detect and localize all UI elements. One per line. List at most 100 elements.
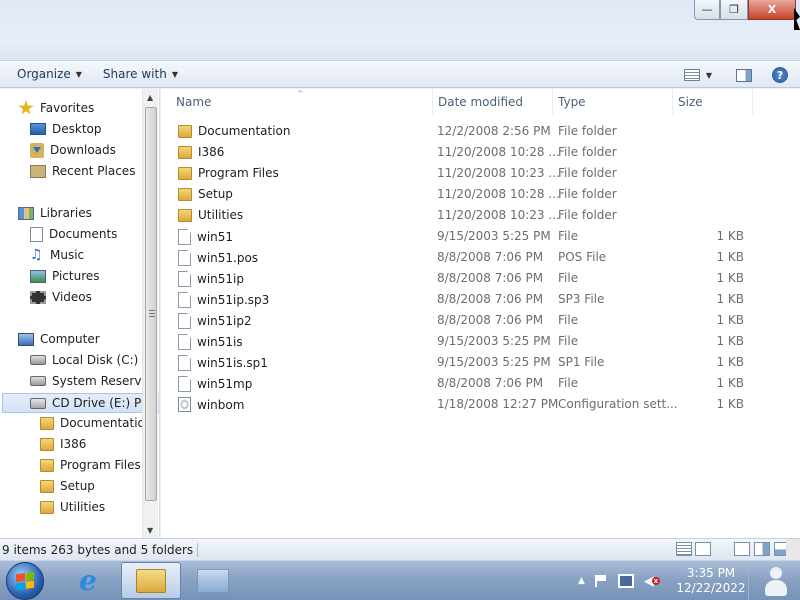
change-view-icon[interactable] [683, 69, 700, 81]
nav-item[interactable]: Libraries [18, 204, 92, 222]
start-button[interactable] [6, 562, 44, 600]
resize-grip-icon[interactable] [786, 539, 800, 561]
file-name-text: Utilities [198, 208, 244, 222]
file-row[interactable]: Documentation 12/2/2008 2:56 PM File folde… [161, 121, 800, 142]
user-tray-button[interactable] [748, 561, 800, 600]
column-header-size[interactable]: Size [673, 89, 753, 115]
nav-item-label: I386 [60, 437, 87, 451]
nav-item-label: Setup [60, 479, 95, 493]
column-header-type[interactable]: Type [553, 89, 673, 115]
nav-item[interactable]: ♫ Music [30, 246, 84, 264]
status-bar: 9 items 263 bytes and 5 folders [0, 538, 800, 561]
preview-pane-icon[interactable] [736, 68, 752, 82]
internet-explorer-taskbar-button[interactable]: e [58, 562, 118, 599]
file-name-text: I386 [198, 145, 225, 159]
chevron-down-icon: ▼ [171, 69, 178, 79]
nav-item[interactable]: Videos [30, 288, 92, 306]
file-row[interactable]: win51 9/15/2003 5:25 PM File 1 KB [161, 226, 800, 247]
disk-icon [30, 376, 46, 386]
action-center-flag-icon[interactable] [594, 575, 608, 587]
nav-item[interactable]: I386 [40, 435, 86, 453]
file-size: 1 KB [716, 355, 744, 369]
close-button[interactable]: X [748, 0, 796, 20]
nav-item[interactable]: Program Files [40, 456, 141, 474]
clock[interactable]: 3:35 PM 12/22/2022 [676, 566, 746, 596]
volume-muted-icon[interactable]: ◀ x [644, 574, 660, 589]
share-with-label: Share with [102, 67, 167, 81]
file-type: File [558, 271, 579, 285]
config-file-icon [178, 397, 191, 412]
nav-item[interactable]: Local Disk (C:) [30, 351, 138, 369]
computer-icon [18, 332, 34, 346]
nav-item[interactable]: Pictures [30, 267, 100, 285]
user-icon [762, 565, 788, 597]
file-row[interactable]: Utilities 11/20/2008 10:23 ... File folder [161, 205, 800, 226]
file-row[interactable]: win51ip2 8/8/2008 7:06 PM File 1 KB [161, 310, 800, 331]
file-type: Configuration sett... [558, 397, 678, 411]
file-date-modified: 11/20/2008 10:23 ... [437, 166, 560, 180]
explorer-folder-icon [136, 568, 166, 593]
file-row[interactable]: win51is 9/15/2003 5:25 PM File 1 KB [161, 331, 800, 352]
file-row[interactable]: win51ip.sp3 8/8/2008 7:06 PM SP3 File 1 KB [161, 289, 800, 310]
file-row[interactable]: I386 11/20/2008 10:28 ... File folder [161, 142, 800, 163]
scroll-up-icon[interactable]: ▲ [147, 93, 153, 102]
hide-panes-icon[interactable] [734, 542, 750, 556]
file-row[interactable]: Setup 11/20/2008 10:28 ... File folder [161, 184, 800, 205]
file-type: File folder [558, 187, 617, 201]
show-hidden-icons-icon[interactable]: ▲ [578, 576, 585, 586]
file-row[interactable]: win51.pos 8/8/2008 7:06 PM POS File 1 KB [161, 247, 800, 268]
nav-item[interactable]: Downloads [30, 141, 116, 159]
file-type: SP1 File [558, 355, 605, 369]
windows-explorer-taskbar-button[interactable] [121, 562, 181, 599]
window-titlebar[interactable]: — ❐ X [0, 0, 800, 60]
mouse-cursor-icon [794, 8, 800, 30]
scroll-down-icon[interactable]: ▼ [147, 526, 153, 535]
maximize-button[interactable]: ❐ [720, 0, 748, 20]
system-tray: ▲ ◀ x [578, 561, 660, 600]
organize-button[interactable]: Organize ▼ [0, 67, 92, 81]
minimize-button[interactable]: — [694, 0, 720, 20]
file-size: 1 KB [716, 376, 744, 390]
file-row[interactable]: win51is.sp1 9/15/2003 5:25 PM SP1 File 1 KB [161, 352, 800, 373]
nav-item[interactable]: Documentation [40, 414, 153, 432]
file-date-modified: 9/15/2003 5:25 PM [437, 229, 551, 243]
file-name: Documentation [178, 124, 291, 138]
share-with-button[interactable]: Share with ▼ [92, 67, 188, 81]
nav-item[interactable]: Setup [40, 477, 95, 495]
nav-item[interactable]: Utilities [40, 498, 105, 516]
star-icon [18, 100, 34, 115]
network-icon[interactable] [617, 574, 634, 588]
preview-pane-toggle-icon[interactable] [754, 542, 770, 556]
cd-drive-icon [30, 397, 46, 409]
nav-item[interactable]: CD Drive (E:) POS [2, 393, 159, 413]
file-date-modified: 8/8/2008 7:06 PM [437, 292, 544, 306]
details-view-icon[interactable] [676, 542, 692, 556]
navigation-scrollbar[interactable]: ▲ ▼ [142, 89, 158, 538]
file-name-text: win51is [197, 335, 243, 349]
nav-item[interactable]: Documents [30, 225, 117, 243]
nav-item[interactable]: Desktop [30, 120, 102, 138]
nav-item[interactable]: System Reserved [30, 372, 156, 390]
view-options-chevron-icon[interactable]: ▼ [706, 71, 712, 80]
file-type: SP3 File [558, 292, 605, 306]
scrollbar-thumb[interactable] [145, 107, 157, 501]
nav-item[interactable]: Recent Places [30, 162, 135, 180]
nav-item[interactable]: Favorites [18, 99, 94, 117]
file-name: winbom [178, 397, 244, 412]
column-header-date[interactable]: Date modified [433, 89, 553, 115]
file-name: win51is [178, 334, 243, 350]
taskbar: e ▲ ◀ x 3:35 PM 12/22/2022 [0, 560, 800, 600]
nav-item[interactable]: Computer [18, 330, 100, 348]
nav-item-label: Libraries [40, 206, 92, 220]
file-name: win51.pos [178, 250, 258, 266]
media-player-taskbar-button[interactable] [183, 562, 243, 599]
large-icons-view-icon[interactable] [695, 542, 711, 556]
file-row[interactable]: win51ip 8/8/2008 7:06 PM File 1 KB [161, 268, 800, 289]
file-row[interactable]: winbom 1/18/2008 12:27 PM Configuration se… [161, 394, 800, 415]
file-row[interactable]: Program Files 11/20/2008 10:23 ... File fo… [161, 163, 800, 184]
nav-item-label: Documents [49, 227, 118, 241]
file-row[interactable]: win51mp 8/8/2008 7:06 PM File 1 KB [161, 373, 800, 394]
help-icon[interactable]: ? [772, 67, 788, 83]
file-name: Utilities [178, 208, 243, 222]
file-type: File folder [558, 166, 617, 180]
